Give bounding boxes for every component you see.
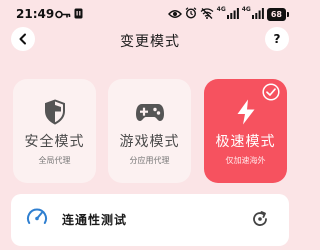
refresh-icon[interactable] [251, 210, 269, 232]
help-button[interactable]: ? [265, 27, 289, 51]
connectivity-test-label: 连通性测试 [62, 213, 128, 227]
mode-title: 游戏模式 [119, 134, 180, 150]
connectivity-test-row[interactable]: 连通性测试 [11, 194, 289, 246]
status-bar: 21:49 4G 4G 68 [0, 0, 300, 26]
check-circle-icon [262, 83, 280, 101]
mode-title: 极速模式 [215, 134, 276, 150]
status-right-icons: 4G 4G 68 [167, 6, 290, 22]
sim-icon [74, 8, 83, 22]
status-left-icons [55, 8, 83, 22]
network-type-1: 4G [216, 6, 226, 13]
lightning-icon [236, 99, 256, 125]
mode-card-safe[interactable]: 安全模式 全局代理 [13, 79, 96, 183]
wifi-off-icon [200, 7, 214, 22]
mode-card-game[interactable]: 游戏模式 分应用代理 [108, 79, 191, 183]
mode-description: 全局代理 [38, 156, 71, 165]
gamepad-icon [135, 99, 165, 125]
mode-title: 安全模式 [24, 134, 85, 150]
eye-icon [167, 8, 182, 22]
signal-icon-2 [251, 7, 264, 22]
network-type-2: 4G [241, 6, 251, 13]
status-time: 21:49 [16, 7, 55, 21]
alarm-icon [185, 7, 197, 22]
signal-icon-1 [226, 7, 239, 22]
key-icon [55, 8, 71, 22]
mode-description: 分应用代理 [129, 156, 170, 165]
mode-card-turbo[interactable]: 极速模式 仅加速海外 [204, 79, 287, 183]
mode-description: 仅加速海外 [225, 156, 266, 165]
battery-indicator: 68 [266, 8, 290, 21]
page-title: 变更模式 [120, 34, 180, 50]
speedometer-icon [26, 206, 48, 232]
shield-icon [44, 99, 66, 125]
header: 变更模式 ? [0, 26, 300, 52]
